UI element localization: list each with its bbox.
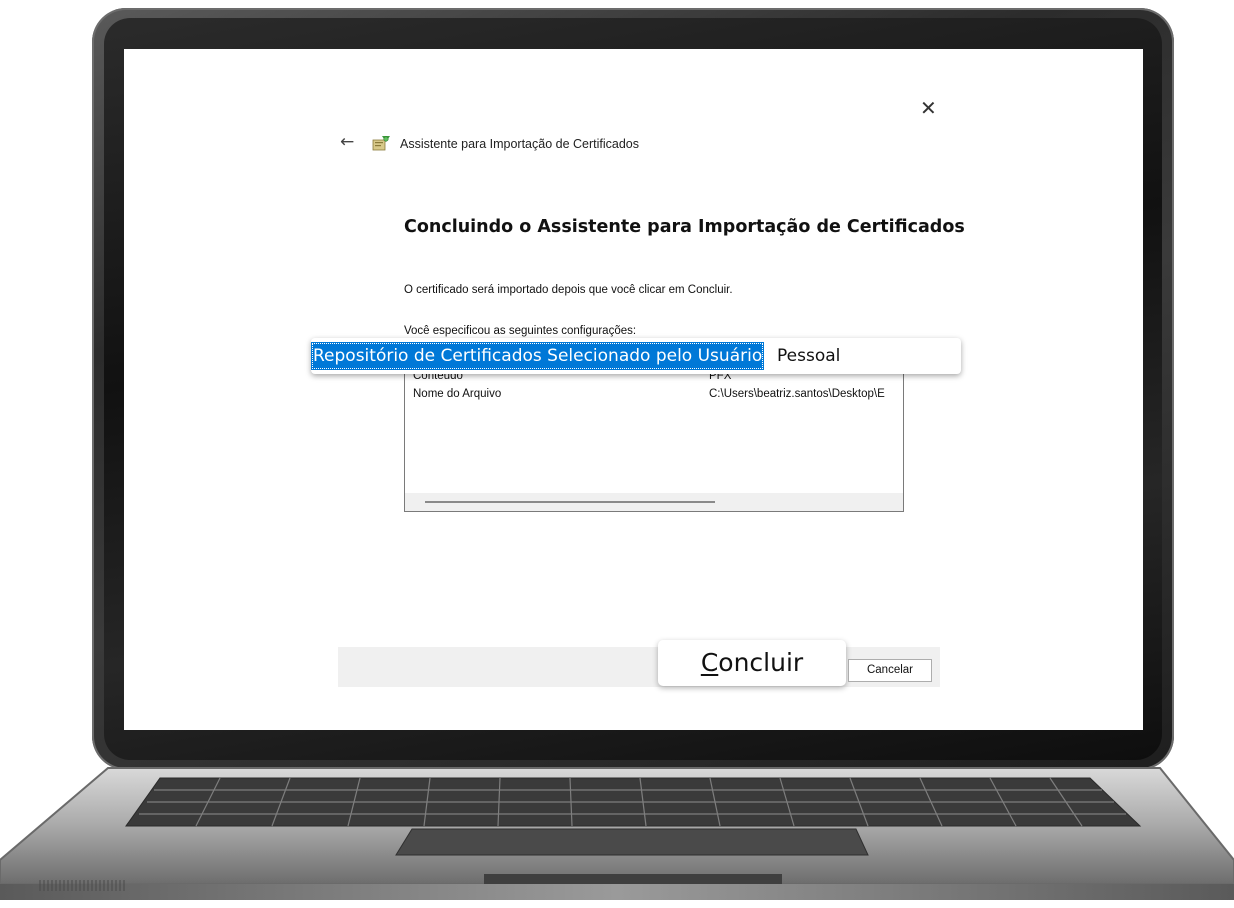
intro-text: O certificado será importado depois que … xyxy=(404,284,733,296)
wizard-title: Assistente para Importação de Certificad… xyxy=(400,137,640,151)
list-item[interactable]: Nome do Arquivo C:\Users\beatriz.santos\… xyxy=(413,388,903,403)
selected-setting-row[interactable]: Repositório de Certificados Selecionado … xyxy=(311,338,961,374)
selected-setting-key: Repositório de Certificados Selecionado … xyxy=(311,342,765,370)
cancel-button[interactable]: Cancelar xyxy=(848,659,932,682)
front-notch xyxy=(484,874,782,884)
keyboard-keys xyxy=(139,777,1126,827)
vent-grill xyxy=(39,880,125,891)
scrollbar-thumb[interactable] xyxy=(425,501,715,503)
horizontal-scrollbar[interactable] xyxy=(405,493,903,511)
back-arrow-icon[interactable]: ← xyxy=(340,134,354,151)
settings-caption: Você especificou as seguintes configuraç… xyxy=(404,325,637,337)
finish-button-label: oncluir xyxy=(718,648,804,677)
finish-button-mnemonic: C xyxy=(700,648,719,677)
finish-button[interactable]: Concluir xyxy=(658,640,846,686)
setting-key: Nome do Arquivo xyxy=(413,388,502,400)
trackpad xyxy=(395,828,869,856)
page-heading: Concluindo o Assistente para Importação … xyxy=(404,217,965,237)
close-icon[interactable]: ✕ xyxy=(920,98,937,118)
certificate-wizard-icon xyxy=(372,136,390,151)
selected-setting-value: Pessoal xyxy=(777,346,841,366)
setting-value: C:\Users\beatriz.santos\Desktop\E xyxy=(709,388,885,400)
